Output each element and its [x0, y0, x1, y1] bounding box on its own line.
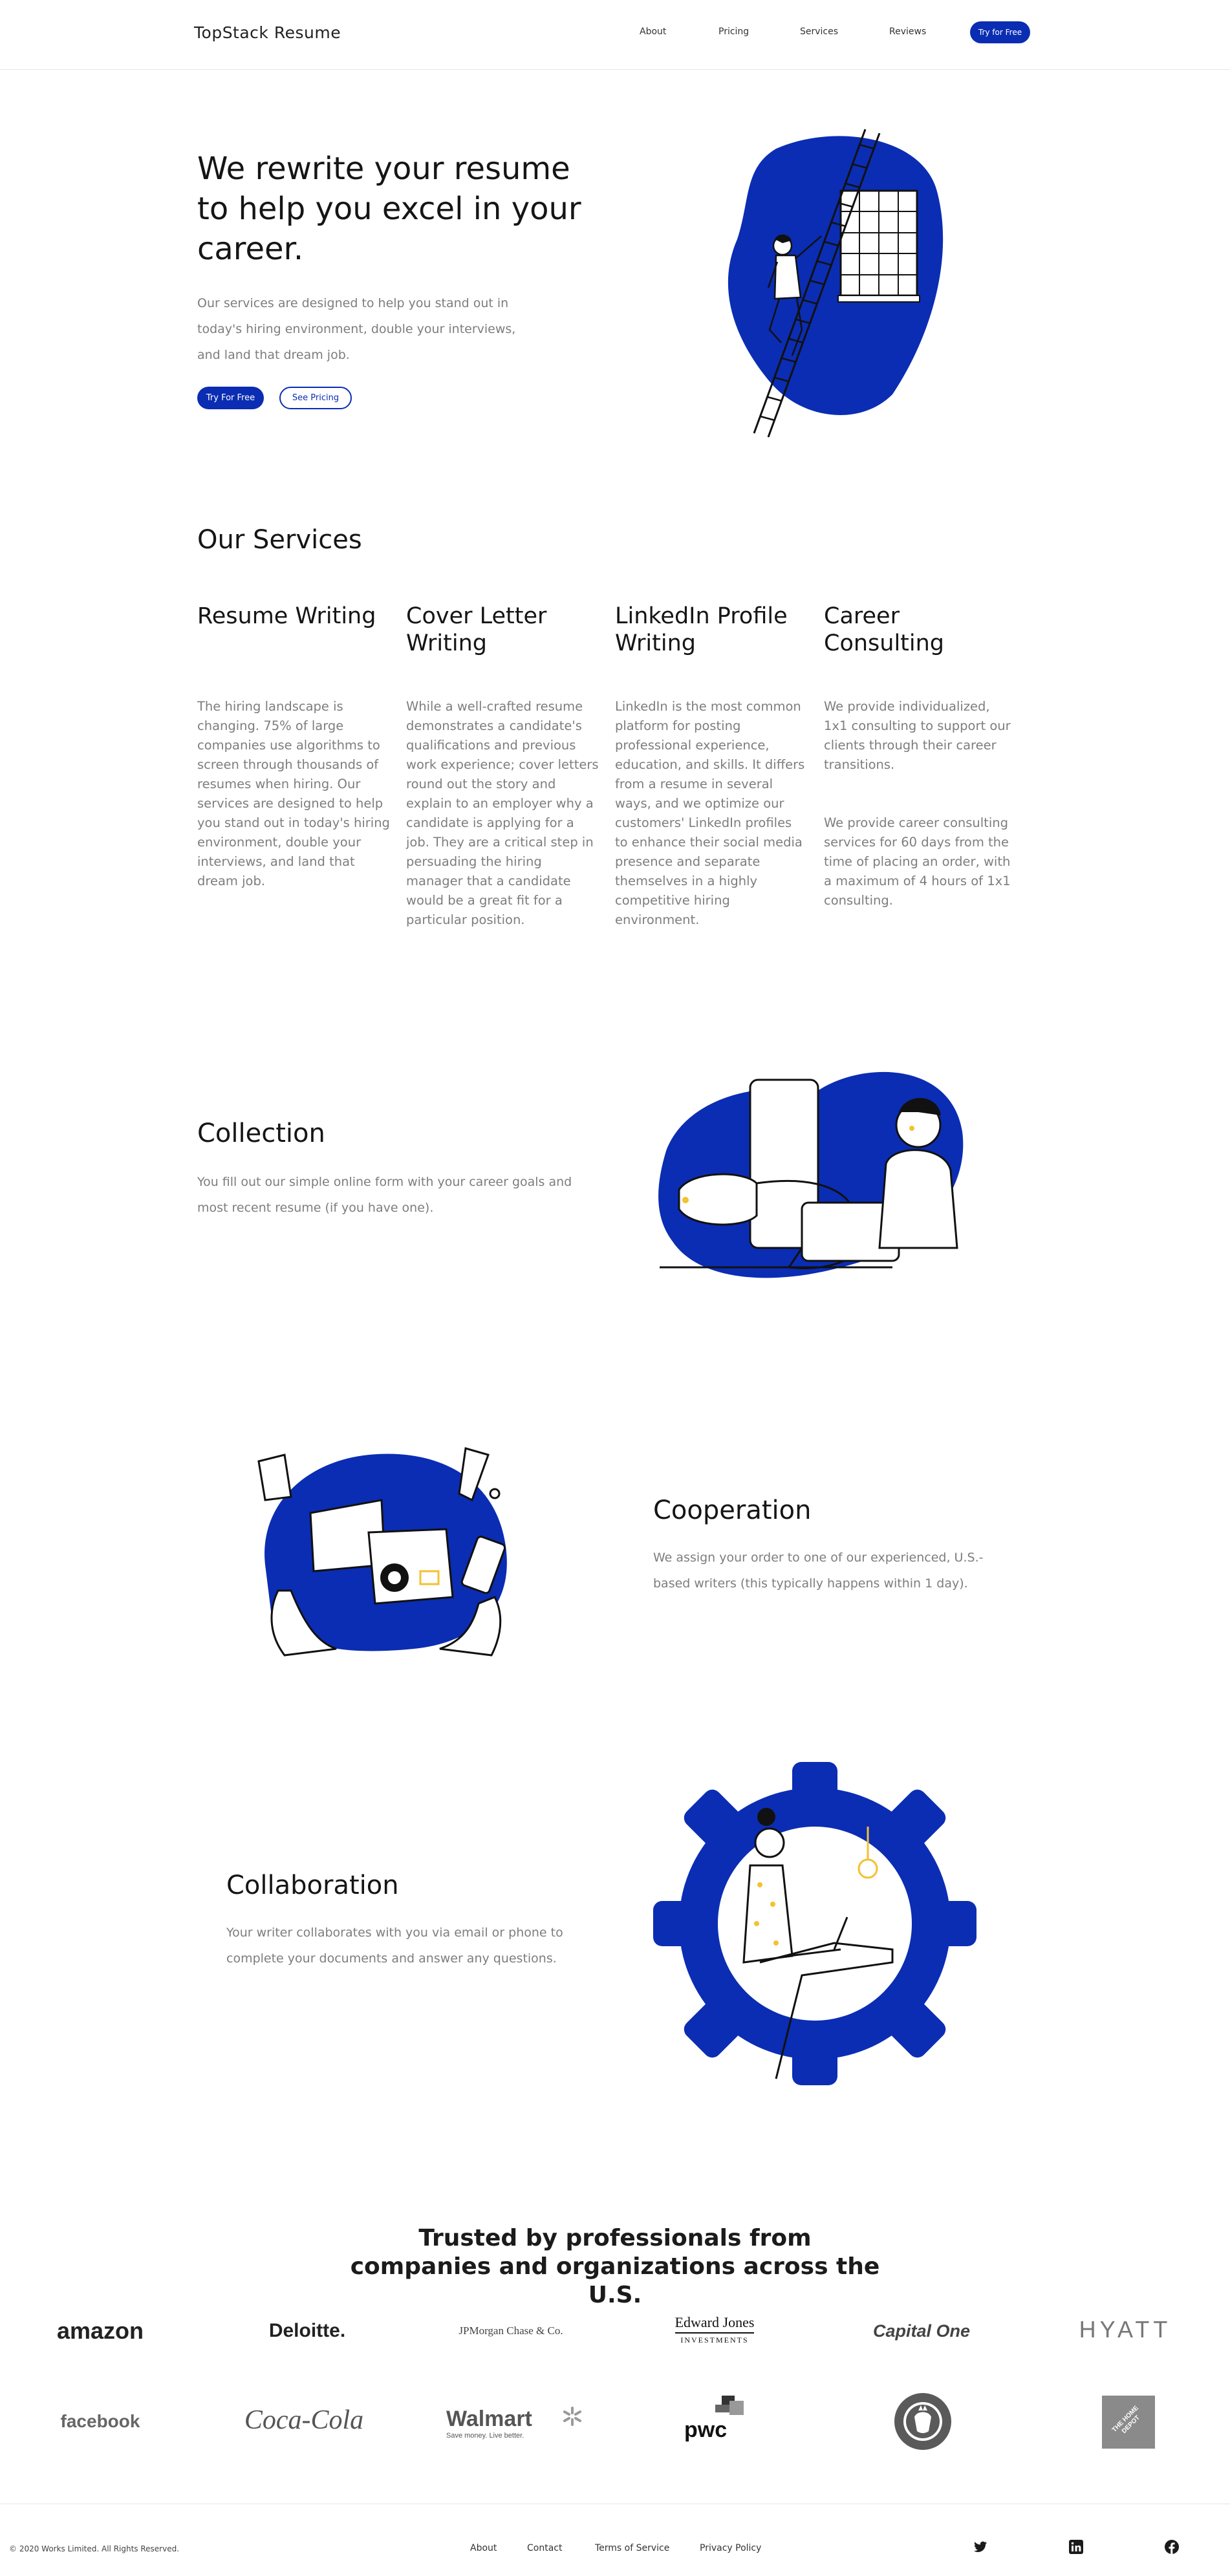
cooperation-heading: Cooperation — [653, 1496, 812, 1525]
logo-capital-one: Capital One — [872, 2321, 971, 2341]
service-text-resume: The hiring landscape is changing. 75% of… — [197, 699, 390, 888]
service-text-linkedin: LinkedIn is the most common platform for… — [615, 699, 805, 927]
collaboration-description: Your writer collaborates with you via em… — [226, 1926, 563, 1966]
logo-home-depot: THE HOME DEPOT — [1102, 2396, 1155, 2449]
collection-illustration — [658, 1071, 964, 1278]
service-text-consulting-hours: We provide career consulting services fo… — [824, 815, 1011, 908]
twitter-icon[interactable] — [973, 2539, 988, 2555]
logo-facebook: facebook — [60, 2411, 140, 2431]
logo-pwc: pwc — [679, 2396, 750, 2447]
starbucks-logo — [894, 2393, 951, 2450]
nav-reviews[interactable]: Reviews — [889, 27, 926, 37]
hero-try-free-button[interactable]: Try For Free — [197, 387, 264, 409]
linkedin-icon[interactable] — [1068, 2539, 1084, 2555]
cooperation-illustration — [257, 1447, 507, 1657]
cooperation-description: We assign your order to one of our exper… — [653, 1551, 984, 1591]
service-title-linkedin: LinkedIn Profile Writing — [615, 603, 788, 656]
logo-jpmorgan: JPMorgan Chase & Co. — [459, 2324, 563, 2337]
nav-about[interactable]: About — [640, 27, 666, 37]
hero-title: We rewrite your resume to help you excel… — [197, 151, 581, 267]
service-title-consulting: Career Consulting — [824, 603, 945, 656]
collection-description: You fill out our simple online form with… — [197, 1175, 572, 1215]
trusted-heading: Trusted by professionals from companies … — [350, 2225, 880, 2308]
service-text-consulting: We provide individualized, 1x1 consultin… — [824, 699, 1011, 772]
service-text-cover-letter: While a well-crafted resume demonstrates… — [406, 699, 599, 927]
collaboration-heading: Collaboration — [226, 1871, 399, 1900]
hero-description: Our services are designed to help you st… — [197, 296, 516, 362]
footer-link-privacy[interactable]: Privacy Policy — [700, 2543, 761, 2553]
nav-services[interactable]: Services — [800, 27, 838, 37]
collection-heading: Collection — [197, 1119, 325, 1148]
service-title-resume: Resume Writing — [197, 603, 376, 629]
logo-edward-jones: Edward Jones INVESTMENTS — [674, 2314, 755, 2345]
logo-amazon: amazon — [56, 2317, 144, 2344]
logo-hyatt: HYATT — [1079, 2316, 1172, 2343]
services-heading: Our Services — [197, 525, 362, 555]
facebook-icon[interactable] — [1164, 2539, 1180, 2555]
logo-coca-cola: Coca-Cola — [244, 2405, 364, 2435]
see-pricing-button[interactable]: See Pricing — [279, 387, 352, 409]
logo-walmart: Walmart Save money. Live better. — [446, 2406, 532, 2440]
footer-link-contact[interactable]: Contact — [527, 2543, 562, 2553]
footer-link-about[interactable]: About — [470, 2543, 497, 2553]
ladder-window-illustration — [728, 129, 944, 438]
collaboration-gear-illustration — [653, 1762, 976, 2085]
site-footer: © 2020 Works Limited. All Rights Reserve… — [0, 2504, 1230, 2576]
copyright-text: © 2020 Works Limited. All Rights Reserve… — [9, 2544, 180, 2553]
site-header: TopStack Resume About Pricing Services R… — [0, 0, 1230, 70]
walmart-spark-icon — [563, 2407, 581, 2426]
footer-link-terms[interactable]: Terms of Service — [595, 2543, 669, 2553]
service-title-cover-letter: Cover Letter Writing — [406, 603, 547, 656]
nav-pricing[interactable]: Pricing — [718, 27, 749, 37]
brand-logo[interactable]: TopStack Resume — [194, 23, 341, 42]
header-try-free-button[interactable]: Try for Free — [970, 21, 1030, 43]
logo-deloitte: Deloitte. — [268, 2320, 346, 2341]
